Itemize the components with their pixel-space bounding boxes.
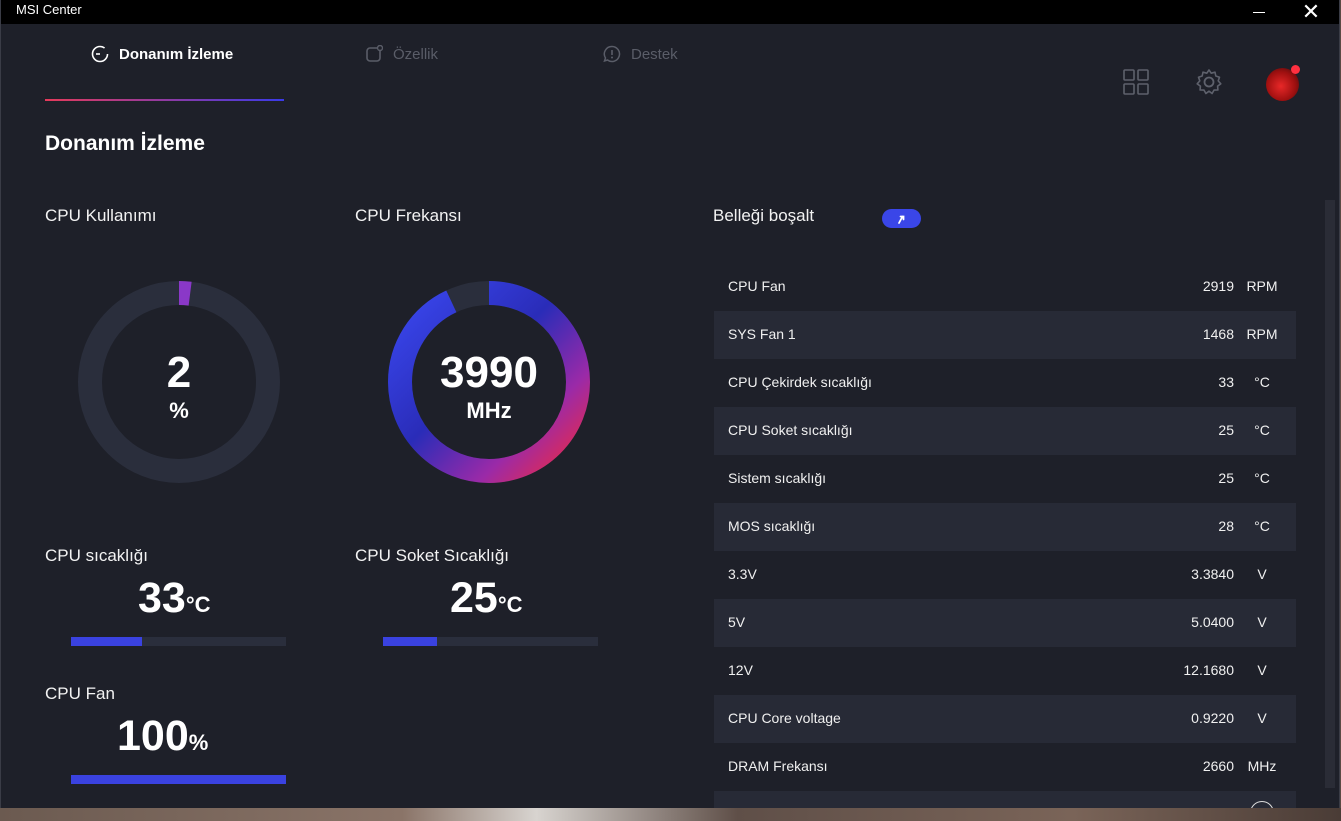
tab-support[interactable]: Destek xyxy=(603,44,678,64)
cpu-socket-temp-bar xyxy=(383,637,598,646)
close-button[interactable]: ✕ xyxy=(1289,0,1333,24)
help-icon[interactable]: ? xyxy=(1250,801,1274,808)
table-row: Sistem sıcaklığı 25 °C xyxy=(714,455,1296,503)
gear-icon[interactable] xyxy=(1194,67,1224,97)
sensor-unit: V xyxy=(1257,566,1267,582)
sensor-name: CPU Çekirdek sıcaklığı xyxy=(728,374,872,390)
support-chat-icon xyxy=(603,45,621,63)
cpu-usage-unit: % xyxy=(169,398,189,423)
table-row: SYS Fan 1 1468 RPM xyxy=(714,311,1296,359)
table-row: CPU Core voltage 0.9220 V xyxy=(714,695,1296,743)
memory-release-button[interactable] xyxy=(882,209,921,228)
window-title: MSI Center xyxy=(16,2,82,17)
sensor-value: 0.9220 xyxy=(1191,710,1234,726)
active-tab-indicator xyxy=(45,99,284,101)
table-row: DRAM Frekansı 2660 MHz xyxy=(714,743,1296,791)
sensor-name: CPU Fan xyxy=(728,278,786,294)
sensor-name: CPU Soket sıcaklığı xyxy=(728,422,853,438)
desktop-background xyxy=(0,808,1341,821)
avatar[interactable] xyxy=(1266,65,1300,101)
cpu-fan-bar-fill xyxy=(71,775,286,784)
tab-feature[interactable]: Özellik xyxy=(365,44,438,64)
sensor-name: DRAM Frekansı xyxy=(728,758,828,774)
cpu-temp-unit: °C xyxy=(185,592,211,617)
sensor-name: 5V xyxy=(728,614,746,630)
cpu-fan-value: 100 xyxy=(117,712,189,760)
sensor-unit: MHz xyxy=(1247,758,1277,774)
table-row: MOS sıcaklığı 28 °C xyxy=(714,503,1296,551)
table-row: CPU Soket sıcaklığı 25 °C xyxy=(714,407,1296,455)
feature-icon xyxy=(366,45,383,62)
cpu-frequency-unit: MHz xyxy=(466,398,512,423)
table-row: CPU Fan 2919 RPM xyxy=(714,263,1296,311)
tab-label: Destek xyxy=(631,45,678,63)
cpu-temp-label: CPU sıcaklığı xyxy=(45,546,148,565)
grid-icon[interactable] xyxy=(1121,67,1151,97)
sensor-unit: °C xyxy=(1254,422,1270,438)
table-row-partial: ? xyxy=(714,791,1296,808)
sensor-value: 2660 xyxy=(1202,758,1234,774)
cpu-usage-label: CPU Kullanımı xyxy=(45,206,157,225)
sensor-name: 3.3V xyxy=(728,566,757,582)
sensor-name: Sistem sıcaklığı xyxy=(728,470,827,486)
table-row: 5V 5.0400 V xyxy=(714,599,1296,647)
cpu-socket-temp-reading: 25°C xyxy=(450,574,523,623)
sensor-unit: °C xyxy=(1254,518,1270,534)
sensor-name: SYS Fan 1 xyxy=(728,326,796,342)
sensor-value: 1468 xyxy=(1202,326,1234,342)
tab-hardware-monitor[interactable]: Donanım İzleme xyxy=(91,44,233,64)
cpu-temp-value: 33 xyxy=(138,574,186,622)
sensor-unit: V xyxy=(1257,662,1267,678)
sensor-value: 2919 xyxy=(1202,278,1234,294)
table-row: 3.3V 3.3840 V xyxy=(714,551,1296,599)
sensor-name: 12V xyxy=(728,662,753,678)
memory-release-label: Belleği boşalt xyxy=(713,206,815,225)
sensor-value: 3.3840 xyxy=(1191,566,1234,582)
cpu-fan-reading: 100% xyxy=(117,712,208,761)
sensor-unit: °C xyxy=(1254,470,1270,486)
sensor-unit: V xyxy=(1257,614,1267,630)
page-title: Donanım İzleme xyxy=(45,132,205,155)
cpu-fan-unit: % xyxy=(188,730,209,755)
cpu-socket-temp-unit: °C xyxy=(497,592,523,617)
sensor-table: CPU Fan 2919 RPM SYS Fan 1 1468 RPM CPU … xyxy=(714,263,1296,808)
table-row: 12V 12.1680 V xyxy=(714,647,1296,695)
title-bar: MSI Center ✕ xyxy=(1,0,1339,24)
sensor-unit: RPM xyxy=(1246,278,1278,294)
sensor-unit: RPM xyxy=(1246,326,1278,342)
sensor-name: CPU Core voltage xyxy=(728,710,841,726)
cpu-frequency-value: 3990 xyxy=(440,348,538,397)
sensor-unit: V xyxy=(1257,710,1267,726)
cpu-socket-temp-value: 25 xyxy=(450,574,498,622)
sensor-value: 12.1680 xyxy=(1183,662,1234,678)
scrollbar[interactable] xyxy=(1325,200,1335,788)
cpu-usage-value: 2 xyxy=(166,348,192,397)
cpu-socket-temp-bar-fill xyxy=(383,637,437,646)
minimize-button[interactable] xyxy=(1237,0,1281,24)
sensor-value: 5.0400 xyxy=(1191,614,1234,630)
notification-dot xyxy=(1291,65,1300,74)
cpu-fan-bar xyxy=(71,775,286,784)
sensor-unit: °C xyxy=(1254,374,1270,390)
monitor-clock-icon xyxy=(91,45,109,63)
cpu-temp-reading: 33°C xyxy=(138,574,211,623)
boost-arrow-icon xyxy=(897,215,904,224)
table-row: CPU Çekirdek sıcaklığı 33 °C xyxy=(714,359,1296,407)
cpu-temp-bar xyxy=(71,637,286,646)
cpu-fan-label: CPU Fan xyxy=(45,684,115,703)
tab-label: Donanım İzleme xyxy=(119,45,234,63)
sensor-name: MOS sıcaklığı xyxy=(728,518,816,534)
top-navigation: Donanım İzleme Özellik Destek xyxy=(1,24,1339,101)
cpu-frequency-label: CPU Frekansı xyxy=(355,206,462,225)
tab-label: Özellik xyxy=(393,45,439,63)
cpu-socket-temp-label: CPU Soket Sıcaklığı xyxy=(355,546,510,565)
app-window: MSI Center ✕ Donanım İzleme Özellik Dest… xyxy=(0,0,1340,808)
cpu-temp-bar-fill xyxy=(71,637,142,646)
